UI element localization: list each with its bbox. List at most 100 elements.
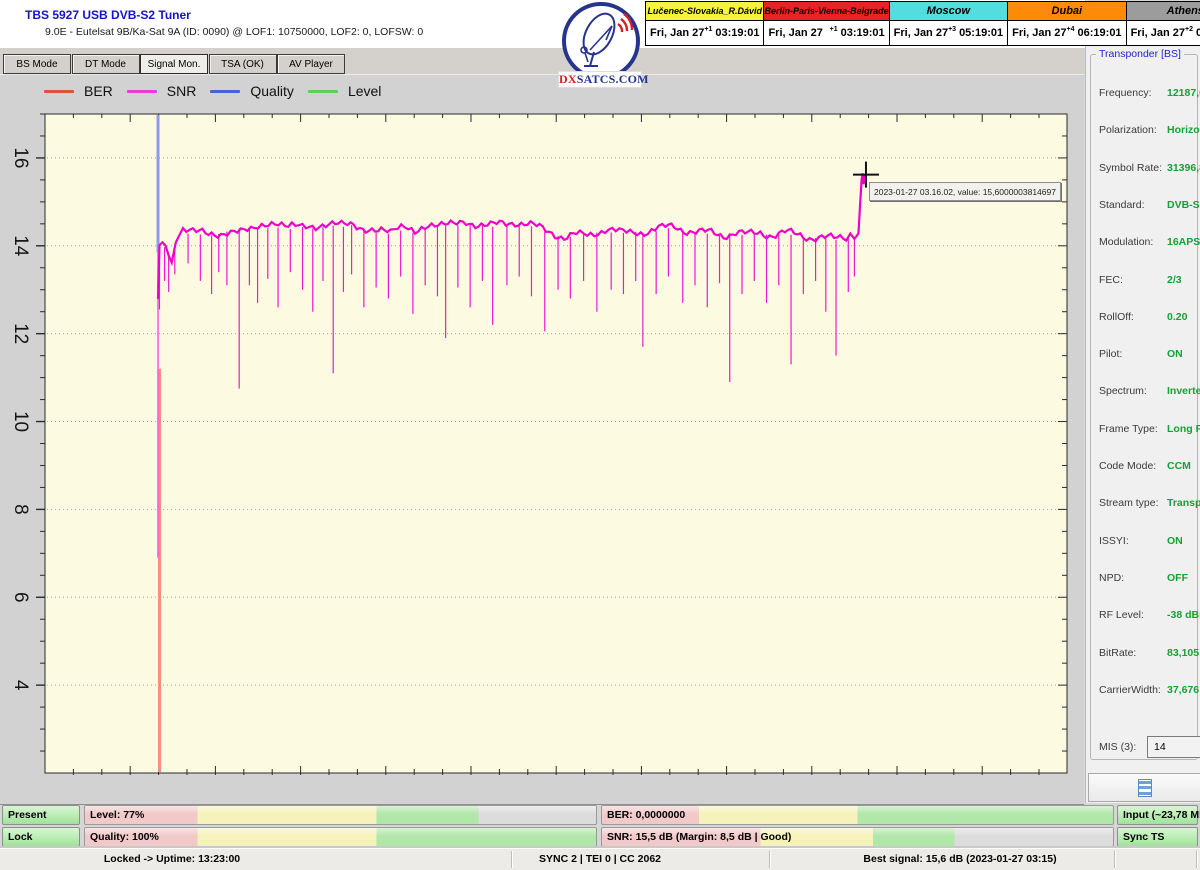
field-label: Pilot: — [1099, 348, 1122, 360]
field-label: RollOff: — [1099, 311, 1134, 323]
status-row-2: LockQuality: 100%SNR: 15,5 dB (Margin: 8… — [0, 827, 1200, 847]
transponder-field-carrierwidth: CarrierWidth: 37,676 MHz — [1091, 684, 1200, 698]
legend-item-level: Level — [308, 83, 381, 99]
chip-input-mbps-: Input (~23,78 Mbps) — [1117, 805, 1198, 825]
legend-item-ber: BER — [44, 83, 113, 99]
y-axis-label: 12 — [10, 323, 31, 344]
transponder-field-polarization: Polarization:Horizontal — [1091, 124, 1200, 138]
transponder-field-spectrum: Spectrum: Inverted — [1091, 385, 1200, 399]
clock-hms: 05:19:01 — [959, 27, 1003, 39]
tab-dt-mode[interactable]: DT Mode — [72, 54, 140, 74]
uptime-status: Locked -> Uptime: 13:23:00 — [104, 853, 240, 865]
clock-berlin-paris-vienna-belgrade: Berlin-Paris-Vienna-BelgradeFri, Jan 27+… — [763, 2, 888, 45]
tab-tsa-ok-[interactable]: TSA (OK) — [209, 54, 277, 74]
y-axis-label: 16 — [10, 147, 31, 168]
field-value: Inverted — [1167, 385, 1200, 397]
clock-hms: 03:19:01 — [841, 27, 885, 39]
ts-tool-button[interactable] — [1088, 773, 1200, 802]
transponder-field-rflevel: RF Level:-38 dBm — [1091, 609, 1200, 623]
transponder-title: Transponder [BS] — [1096, 48, 1184, 60]
transponder-groupbox: Transponder [BS] Frequency:12187,624 MHz… — [1090, 54, 1198, 760]
tab-bar: BS ModeDT ModeSignal Mon.TSA (OK)AV Play… — [0, 48, 1085, 74]
field-label: Stream type: — [1099, 497, 1159, 509]
progress-bar-ber: BER: 0,0000000 — [601, 805, 1114, 825]
field-label: Frame Type: — [1099, 423, 1158, 435]
clock-date: Fri, Jan 27 — [1012, 27, 1066, 39]
sync-status: SYNC 2 | TEI 0 | CC 2062 — [539, 853, 661, 865]
transponder-field-modulation: Modulation:16APSK — [1091, 236, 1200, 250]
tab-av-player[interactable]: AV Player — [277, 54, 345, 74]
transponder-field-codemode: Code Mode:CCM — [1091, 460, 1200, 474]
tuner-application-window: TBS 5927 USB DVB-S2 Tuner 9.0E - Eutelsa… — [0, 0, 1200, 870]
y-axis-label: 4 — [10, 680, 31, 691]
tab-bs-mode[interactable]: BS Mode — [3, 54, 71, 74]
clock-time: Fri, Jan 27+103:19:01 — [764, 21, 888, 45]
field-value: 31396,849 KS/s — [1167, 162, 1200, 174]
status-bar: Locked -> Uptime: 13:23:00 SYNC 2 | TEI … — [0, 848, 1200, 870]
clock-city-label: Dubai — [1008, 2, 1125, 21]
chart-legend: BER SNR Quality Level — [44, 83, 381, 99]
signal-chart[interactable]: 46810121416 — [0, 75, 1084, 775]
clock-city-label: Moscow — [890, 2, 1007, 21]
field-label: ISSYI: — [1099, 535, 1129, 547]
field-label: Spectrum: — [1099, 385, 1147, 397]
field-label: CarrierWidth: — [1099, 684, 1161, 696]
legend-label: SNR — [167, 83, 197, 99]
transponder-field-npd: NPD:OFF — [1091, 572, 1200, 586]
transponder-field-frequency: Frequency:12187,624 MHz — [1091, 87, 1200, 101]
transponder-field-standard: Standard:DVB-S2 — [1091, 199, 1200, 213]
field-label: Standard: — [1099, 199, 1145, 211]
clock-athens: Athens Fri, Jan 27+204:19:01 — [1126, 2, 1200, 45]
statusbar-divider — [1114, 851, 1115, 868]
clock-moscow: MoscowFri, Jan 27+305:19:01 — [889, 2, 1007, 45]
clock-time: Fri, Jan 27+406:19:01 — [1008, 21, 1125, 45]
field-value: Transport — [1167, 497, 1200, 509]
legend-swatch — [308, 90, 338, 93]
chart-tooltip: 2023-01-27 03.16.02, value: 15,600000381… — [869, 182, 1061, 201]
legend-label: Level — [348, 83, 381, 99]
field-value: 12187,624 MHz — [1167, 87, 1200, 99]
field-value: Long Frame — [1167, 423, 1200, 435]
legend-label: Quality — [250, 83, 294, 99]
field-value: ON — [1167, 348, 1183, 360]
progress-bar-label: SNR: 15,5 dB (Margin: 8,5 dB | Good) — [607, 831, 791, 843]
clock-city-label: Lučenec-Slovakia_R.Dávid — [646, 2, 763, 21]
transponder-field-rolloff: RollOff:0.20 — [1091, 311, 1200, 325]
transponder-field-pilot: Pilot: ON — [1091, 348, 1200, 362]
clock-utc-offset: +2 — [1185, 26, 1193, 33]
clock-city-label: Berlin-Paris-Vienna-Belgrade — [764, 2, 888, 21]
field-value: 2/3 — [1167, 274, 1182, 286]
field-label: FEC: — [1099, 274, 1123, 286]
legend-item-snr: SNR — [127, 83, 197, 99]
clock-city-label: Athens — [1127, 2, 1200, 21]
y-axis-label: 14 — [10, 235, 31, 257]
clock-utc-offset: +3 — [948, 26, 956, 33]
chip-sync-ts: Sync TS — [1117, 827, 1198, 847]
clock-date: Fri, Jan 27 — [650, 27, 704, 39]
field-value: OFF — [1167, 572, 1188, 584]
logo-wordmark: DXSATCS.COM — [558, 71, 642, 88]
transponder-field-fec: FEC: 2/3 — [1091, 274, 1200, 288]
y-axis-label: 8 — [10, 504, 31, 515]
progress-bar-quality: Quality: 100% — [84, 827, 597, 847]
field-value: 16APSK — [1167, 236, 1200, 248]
field-value: ON — [1167, 535, 1183, 547]
statusbar-divider — [769, 851, 770, 868]
tab-signal-mon-[interactable]: Signal Mon. — [140, 54, 208, 74]
clock-hms: 03:19:01 — [715, 27, 759, 39]
field-value: 83,105 Mbit/s — [1167, 647, 1200, 659]
field-label: Symbol Rate: — [1099, 162, 1162, 174]
best-signal-status: Best signal: 15,6 dB (2023-01-27 03:15) — [863, 853, 1056, 865]
clock-time: Fri, Jan 27+103:19:01 — [646, 21, 763, 45]
field-label: Polarization: — [1099, 124, 1157, 136]
clock-hms: 04:19:01 — [1196, 27, 1200, 39]
progress-bar-label: Quality: 100% — [90, 831, 159, 843]
legend-item-quality: Quality — [210, 83, 294, 99]
transponder-field-bitrate: BitRate:83,105 Mbit/s — [1091, 647, 1200, 661]
field-value: 37,676 MHz — [1167, 684, 1200, 696]
field-value: -38 dBm — [1167, 609, 1200, 621]
mis-dropdown[interactable]: 14 ▾ — [1147, 736, 1200, 758]
tooltip-text: 2023-01-27 03.16.02, value: 15,600000381… — [874, 187, 1056, 197]
clock-date: Fri, Jan 27 — [1131, 27, 1185, 39]
clock-date: Fri, Jan 27 — [768, 27, 822, 39]
